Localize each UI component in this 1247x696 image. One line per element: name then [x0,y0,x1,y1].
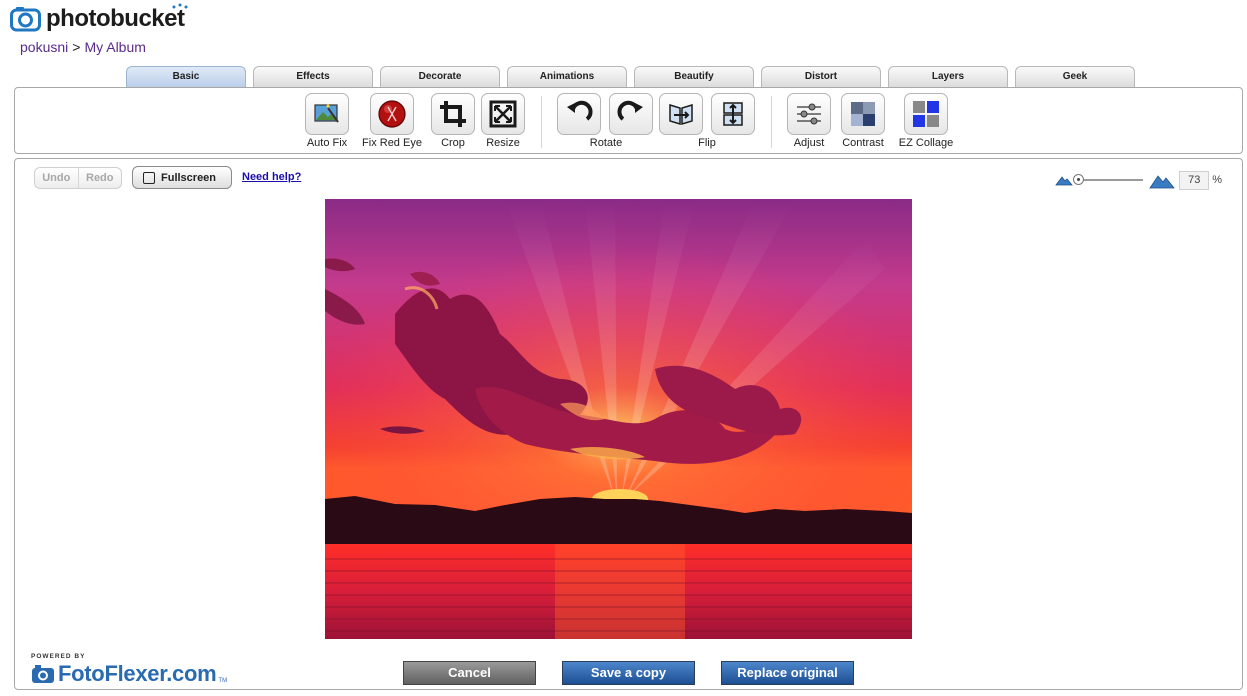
contrast-button[interactable] [841,93,885,135]
flip-horizontal-button[interactable] [659,93,703,135]
flip-vertical-icon [723,102,743,126]
tab-distort[interactable]: Distort [761,66,881,87]
crop-label: Crop [441,137,465,149]
trademark: TM [218,678,228,684]
redo-button[interactable]: Redo [77,168,122,188]
flip-label: Flip [698,137,716,149]
flip-vertical-tool[interactable] [711,93,755,135]
auto-fix-tool[interactable]: Auto Fix [305,93,349,149]
breadcrumb: pokusni > My Album [20,39,146,55]
powered-by-label: POWERED BY [31,653,86,660]
fotoflexer-camera-icon [32,665,54,683]
breadcrumb-separator: > [72,39,81,55]
zoom-slider[interactable] [1073,174,1144,185]
photobucket-logo[interactable]: photobucket [10,3,187,34]
rotate-label: Rotate [589,137,623,149]
tab-geek[interactable]: Geek [1015,66,1135,87]
auto-fix-button[interactable] [305,93,349,135]
undo-button[interactable]: Undo [35,168,78,188]
need-help-link[interactable]: Need help? [242,171,301,183]
fullscreen-button[interactable]: Fullscreen [132,166,232,189]
fullscreen-label: Fullscreen [161,171,217,184]
ez-collage-label: EZ Collage [898,137,954,149]
ez-collage-button[interactable] [904,93,948,135]
rotate-right-icon [617,100,643,121]
tab-effects[interactable]: Effects [253,66,373,87]
contrast-tool[interactable]: Contrast [841,93,885,149]
editor-panel: Undo Redo Fullscreen Need help? 73 % POW… [14,158,1243,690]
contrast-icon [851,102,875,126]
undo-redo-group: Undo Redo [34,167,122,189]
zoom-control: 73 % [1055,169,1222,191]
logo-text-photo: photo [46,5,111,32]
flip-horizontal-icon [669,103,693,126]
breadcrumb-album-link[interactable]: My Album [84,39,145,55]
flip-vertical-button[interactable] [711,93,755,135]
auto-fix-label: Auto Fix [306,137,348,149]
contrast-label: Contrast [842,137,884,149]
crop-tool[interactable]: Crop [431,93,475,149]
adjust-tool[interactable]: Adjust [787,93,831,149]
powered-by-fotoflexer[interactable]: POWERED BY FotoFlexer.com TM [31,653,227,687]
crop-button[interactable] [431,93,475,135]
adjust-label: Adjust [793,137,825,149]
red-eye-icon [378,100,406,128]
toolbar-divider [771,96,772,148]
fix-red-eye-button[interactable] [370,93,414,135]
resize-button[interactable] [481,93,525,135]
tab-decorate[interactable]: Decorate [380,66,500,87]
zoom-in-mountain-icon[interactable] [1149,172,1176,189]
resize-tool[interactable]: Resize [481,93,525,149]
auto-fix-icon [314,104,339,123]
tab-animations[interactable]: Animations [507,66,627,87]
tab-layers[interactable]: Layers [888,66,1008,87]
rotate-right-button[interactable] [609,93,653,135]
zoom-percent-label: % [1212,174,1222,186]
flip-horizontal-tool[interactable] [659,93,703,135]
camera-logo-icon [10,7,41,32]
save-copy-button[interactable]: Save a copy [562,661,695,685]
zoom-slider-handle[interactable] [1073,174,1085,185]
rotate-left-icon [567,100,593,121]
adjust-button[interactable] [787,93,831,135]
tab-beautify[interactable]: Beautify [634,66,754,87]
zoom-value-field[interactable]: 73 [1179,170,1210,190]
sunset-photo [325,199,912,639]
zoom-out-mountain-icon[interactable] [1055,174,1074,186]
breadcrumb-user-link[interactable]: pokusni [20,39,68,55]
resize-icon [489,100,517,128]
fotoflexer-brand: FotoFlexer.com [58,661,217,686]
cancel-button[interactable]: Cancel [403,661,536,685]
basic-toolbar: Auto Fix Fix Red Eye Crop Resize Rotate … [14,87,1243,154]
fullscreen-icon [143,171,155,184]
collage-grid-icon [913,101,939,127]
toolbar-divider [541,96,542,148]
resize-label: Resize [486,137,520,149]
adjust-sliders-icon [797,103,821,125]
fix-red-eye-tool[interactable]: Fix Red Eye [359,93,425,149]
rotate-left-button[interactable] [557,93,601,135]
tab-basic[interactable]: Basic [126,66,246,88]
logo-dots-icon [172,3,187,9]
replace-original-button[interactable]: Replace original [721,661,854,685]
rotate-left-tool[interactable] [557,93,601,135]
action-buttons: Cancel Save a copy Replace original [403,661,854,685]
rotate-right-tool[interactable] [609,93,653,135]
ez-collage-tool[interactable]: EZ Collage [897,93,955,149]
crop-icon [440,101,466,127]
fix-red-eye-label: Fix Red Eye [362,137,422,149]
editor-tabs: Basic Effects Decorate Animations Beauti… [126,66,1135,88]
logo-text: photobucket [46,5,185,33]
